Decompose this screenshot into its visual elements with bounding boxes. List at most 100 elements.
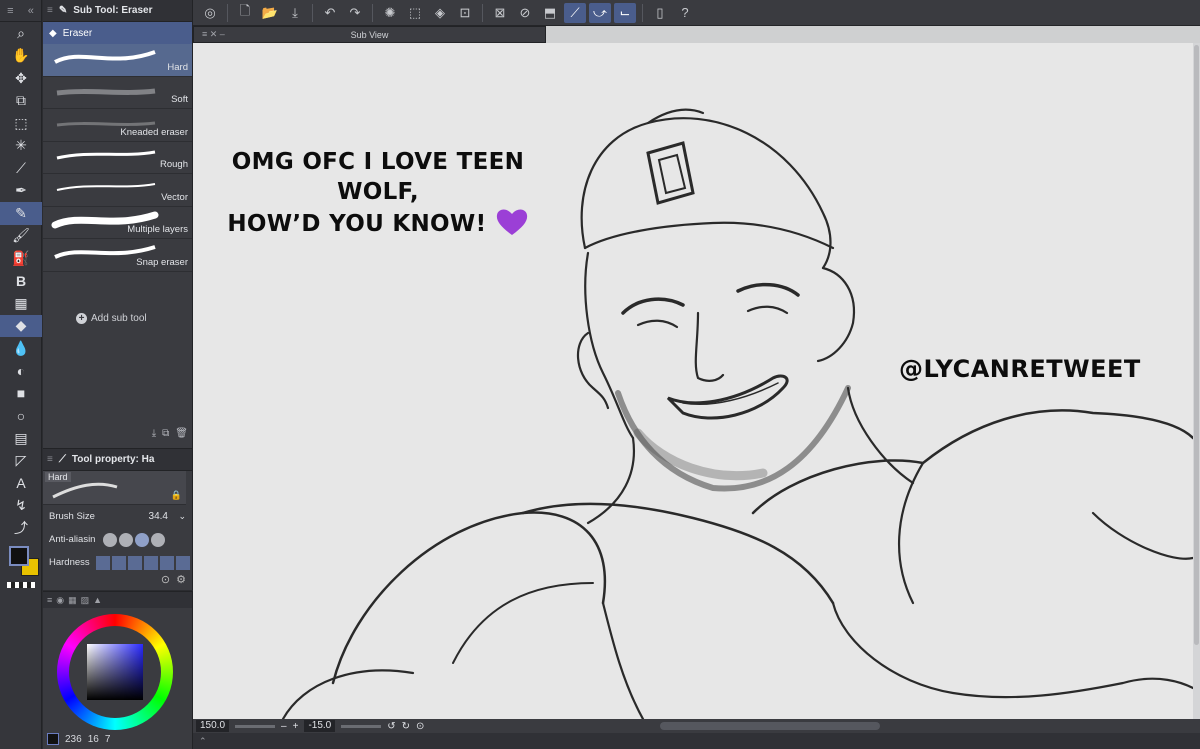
correction-icon[interactable]: ↯: [0, 495, 42, 518]
clear-outside-icon[interactable]: ⬚: [404, 3, 426, 23]
color-set-tab-icon[interactable]: ▦: [68, 595, 77, 606]
subtool-group-eraser[interactable]: ◆ Eraser: [43, 22, 192, 44]
fill-icon[interactable]: 💧: [0, 337, 42, 360]
deselect-icon[interactable]: ⊠: [489, 3, 511, 23]
rotation-value[interactable]: -15.0: [304, 720, 336, 732]
rotation-slider[interactable]: [341, 724, 382, 728]
save-icon[interactable]: ⤓: [284, 3, 306, 23]
collapse-icon[interactable]: «: [28, 5, 34, 17]
zoom-value[interactable]: 150.0: [196, 720, 230, 732]
snap-special-ruler-icon[interactable]: ⤻: [589, 2, 611, 23]
snap-grid-icon[interactable]: ⌙: [614, 2, 636, 23]
hardness-slider[interactable]: [95, 555, 190, 570]
reset-icon[interactable]: ⊙: [161, 573, 170, 586]
subtool-item-snap-eraser[interactable]: Snap eraser: [43, 239, 192, 272]
layer-move-icon[interactable]: ⧉: [0, 90, 42, 113]
panel-menu-icon[interactable]: ≡: [47, 454, 53, 465]
main-color-mini[interactable]: [47, 733, 59, 745]
figure-icon[interactable]: ■: [0, 382, 42, 405]
ruler-icon[interactable]: ▤: [0, 427, 42, 450]
clear-icon[interactable]: ✺: [379, 3, 401, 23]
subtool-item-multiple-layers[interactable]: Multiple layers: [43, 206, 192, 239]
transform-icon[interactable]: ⊡: [454, 3, 476, 23]
airbrush-icon[interactable]: ⛽: [0, 247, 42, 270]
download-icon[interactable]: ⤓: [152, 428, 156, 439]
panel-menu-icon[interactable]: ≡: [47, 595, 52, 605]
rotate-left-icon[interactable]: ↺: [387, 721, 395, 732]
pen-icon[interactable]: ✒: [0, 180, 42, 203]
invert-selection-icon[interactable]: ⊘: [514, 3, 536, 23]
intermediate-color-tab-icon[interactable]: ▲: [93, 595, 102, 605]
zoom-out-icon[interactable]: –: [281, 721, 287, 732]
pointer-icon[interactable]: ⤴: [0, 517, 42, 540]
companion-mode-icon[interactable]: ▯: [649, 3, 671, 23]
antialias-row[interactable]: Anti-aliasin: [43, 528, 192, 551]
panel-menu-icon[interactable]: ≡: [7, 5, 13, 17]
brush-size-value[interactable]: 34.4: [149, 511, 168, 522]
panel-menu-icon[interactable]: ≡: [47, 5, 53, 16]
magnifier-icon[interactable]: ⌕: [0, 22, 42, 45]
app-logo-icon[interactable]: ◎: [199, 3, 221, 23]
color-swatches[interactable]: [0, 544, 41, 580]
add-sub-tool-button[interactable]: + Add sub tool: [76, 313, 147, 324]
help-icon[interactable]: ?: [674, 3, 696, 23]
undo-icon[interactable]: ↶: [319, 3, 341, 23]
redo-icon[interactable]: ↷: [344, 3, 366, 23]
duplicate-icon[interactable]: ⧉: [162, 428, 169, 439]
eraser-icon[interactable]: ◆: [0, 314, 42, 337]
new-file-icon[interactable]: 🗋: [234, 3, 256, 23]
color-wheel-tab-icon[interactable]: ◉: [56, 595, 64, 606]
vertical-scrollbar[interactable]: [1193, 43, 1200, 719]
main-color-swatch[interactable]: [9, 545, 29, 566]
dropdown-icon[interactable]: ⌄: [178, 511, 186, 522]
subtool-item-soft[interactable]: Soft: [43, 76, 192, 109]
frame-icon[interactable]: ○: [0, 405, 42, 428]
antialias-weak[interactable]: [119, 532, 134, 547]
brush-size-row[interactable]: Brush Size 34.4 ⌄: [43, 505, 192, 528]
sub-view-controls[interactable]: ≡ ✕ –: [194, 29, 264, 40]
lock-icon[interactable]: 🔒: [171, 490, 182, 501]
subtool-item-hard[interactable]: Hard: [43, 44, 192, 77]
scroll-thumb[interactable]: [1194, 45, 1199, 645]
pencil-icon[interactable]: ✎: [0, 202, 42, 225]
move-icon[interactable]: ✥: [0, 67, 42, 90]
preset-preview[interactable]: Hard 🔒: [43, 471, 186, 505]
open-file-icon[interactable]: 📂: [259, 3, 281, 23]
antialias-medium[interactable]: [135, 532, 150, 547]
antialias-options[interactable]: [103, 532, 166, 547]
transparent-color-swatch[interactable]: [6, 581, 35, 588]
selection-icon[interactable]: ⬚: [0, 112, 42, 135]
hue-ring[interactable]: [57, 614, 173, 730]
balloon-icon[interactable]: A: [0, 472, 42, 495]
antialias-none[interactable]: [103, 532, 118, 547]
subtool-item-rough[interactable]: Rough: [43, 141, 192, 174]
color-slider-tab-icon[interactable]: ▨: [81, 595, 90, 606]
horizontal-scrollbar[interactable]: [660, 722, 881, 730]
subtool-item-kneaded-eraser[interactable]: Kneaded eraser: [43, 109, 192, 142]
hand-icon[interactable]: ✋: [0, 45, 42, 68]
auto-select-icon[interactable]: ✳: [0, 135, 42, 158]
decoration-icon[interactable]: B: [0, 270, 42, 293]
expand-up-icon[interactable]: ⌃: [199, 736, 207, 746]
saturation-value-square[interactable]: [87, 644, 143, 700]
brush-tab-icon[interactable]: ✎: [59, 5, 67, 16]
zoom-slider[interactable]: [235, 724, 276, 728]
fill-icon[interactable]: ◈: [429, 3, 451, 23]
rotate-right-icon[interactable]: ↻: [402, 721, 410, 732]
antialias-strong[interactable]: [151, 532, 166, 547]
brush-icon[interactable]: 🖌: [0, 225, 42, 248]
settings-icon[interactable]: ⚙: [176, 573, 186, 586]
trash-icon[interactable]: 🗑: [175, 428, 188, 439]
snap-ruler-icon[interactable]: ⟋: [564, 2, 586, 23]
zoom-in-icon[interactable]: +: [293, 721, 299, 732]
show-selection-icon[interactable]: ⬒: [539, 3, 561, 23]
text-icon[interactable]: ◸: [0, 450, 42, 473]
brush-tab-icon[interactable]: ⟋: [59, 454, 66, 465]
gradient-icon[interactable]: ◐: [0, 360, 42, 383]
drawing-canvas[interactable]: OMG OFC I LOVE TEEN WOLF, HOW’D YOU KNOW…: [193, 43, 1193, 719]
hardness-row[interactable]: Hardness: [43, 551, 192, 574]
reset-rotation-icon[interactable]: ⊙: [416, 721, 424, 732]
eyedropper-icon[interactable]: ⟋: [0, 157, 42, 180]
subtool-item-vector[interactable]: Vector: [43, 174, 192, 207]
blend-icon[interactable]: ▦: [0, 292, 42, 315]
